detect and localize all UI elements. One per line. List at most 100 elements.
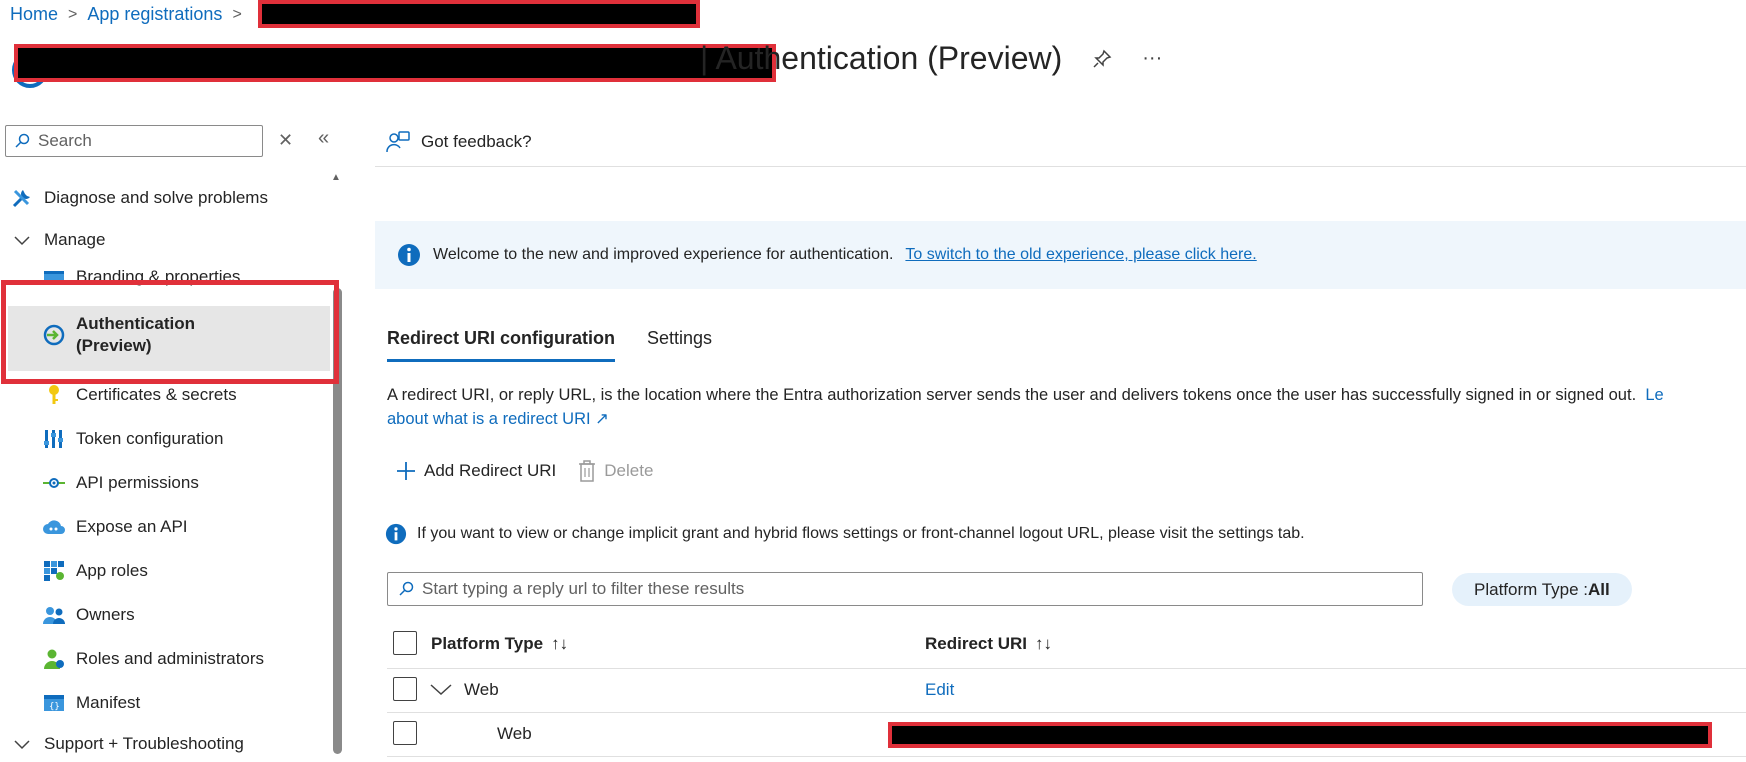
- platform-cell: Web: [464, 680, 499, 699]
- sidebar-item-label: Token configuration: [76, 429, 224, 448]
- sidebar-item-owners[interactable]: Owners: [42, 603, 135, 627]
- select-all-checkbox[interactable]: [393, 631, 417, 655]
- sidebar-item-expose-api[interactable]: Expose an API: [42, 515, 188, 539]
- collapse-sidebar-icon[interactable]: «: [318, 127, 329, 150]
- sidebar-item-label-line1: Authentication: [76, 314, 195, 333]
- add-redirect-uri-button[interactable]: Add Redirect URI: [396, 461, 556, 481]
- platform-cell: Web: [497, 724, 532, 743]
- platform-type-filter[interactable]: Platform Type : All: [1452, 573, 1632, 606]
- sidebar-item-label-line2: (Preview): [76, 336, 152, 355]
- info-icon: [385, 523, 407, 545]
- breadcrumb-home[interactable]: Home: [10, 4, 58, 25]
- column-label: Redirect URI: [925, 634, 1028, 653]
- sidebar-item-label: Authentication (Preview): [76, 313, 195, 357]
- add-redirect-uri-label: Add Redirect URI: [424, 461, 557, 480]
- column-platform-type[interactable]: Platform Type ↑↓: [431, 634, 568, 654]
- redacted-redirect-uri: [888, 722, 1712, 748]
- redacted-app-name: [14, 44, 776, 82]
- table-row: Web Edit: [387, 669, 1746, 713]
- sidebar-item-manifest[interactable]: {} Manifest: [42, 691, 140, 715]
- chevron-down-icon[interactable]: [429, 679, 453, 704]
- feedback-icon: [385, 130, 411, 154]
- redirect-uri-description: A redirect URI, or reply URL, is the loc…: [387, 383, 1746, 431]
- sidebar-item-app-roles[interactable]: App roles: [42, 559, 148, 583]
- sidebar-item-roles-admins[interactable]: Roles and administrators: [42, 647, 264, 671]
- page-title-text: | Authentication (Preview): [700, 40, 1063, 76]
- feedback-label: Got feedback?: [421, 132, 532, 151]
- info-icon: [397, 243, 421, 267]
- sidebar-scrollbar[interactable]: [333, 288, 342, 754]
- sidebar-item-label: Support + Troubleshooting: [44, 734, 244, 753]
- sidebar-item-certificates[interactable]: Certificates & secrets: [42, 383, 237, 407]
- sidebar-item-token[interactable]: Token configuration: [42, 427, 223, 451]
- what-is-redirect-uri-link[interactable]: about what is a redirect URI: [387, 410, 591, 428]
- tab-settings[interactable]: Settings: [647, 328, 712, 362]
- sidebar-item-label: Certificates & secrets: [76, 385, 237, 404]
- filter-input[interactable]: [422, 579, 1402, 599]
- more-options-icon[interactable]: ···: [1142, 47, 1162, 70]
- table-header: Platform Type ↑↓ Redirect URI ↑↓: [387, 625, 1746, 669]
- column-redirect-uri[interactable]: Redirect URI ↑↓: [925, 634, 1052, 654]
- filter-box[interactable]: [387, 572, 1423, 606]
- sidebar-item-label: App roles: [76, 561, 148, 580]
- sidebar-search[interactable]: [5, 125, 263, 157]
- chevron-down-icon: [10, 732, 34, 756]
- chevron-down-icon: [10, 228, 34, 252]
- description-text: A redirect URI, or reply URL, is the loc…: [387, 386, 1637, 404]
- tab-bar: Redirect URI configuration Settings: [387, 328, 712, 362]
- svg-text:{}: {}: [49, 702, 60, 712]
- tab-redirect-uri[interactable]: Redirect URI configuration: [387, 328, 616, 362]
- sidebar-item-label: Roles and administrators: [76, 649, 265, 668]
- redacted-breadcrumb-app-name: [258, 0, 700, 28]
- sidebar-item-label: Expose an API: [76, 517, 188, 536]
- scroll-up-icon[interactable]: ▲: [331, 172, 341, 183]
- api-permissions-icon: [42, 471, 66, 495]
- settings-info: If you want to view or change implicit g…: [385, 523, 1305, 545]
- sort-icon: ↑↓: [551, 634, 569, 653]
- authentication-icon: [42, 323, 66, 347]
- sidebar-group-support[interactable]: Support + Troubleshooting: [10, 732, 244, 756]
- info-banner: Welcome to the new and improved experien…: [375, 221, 1746, 289]
- sidebar-item-api-permissions[interactable]: API permissions: [42, 471, 199, 495]
- sidebar-item-label: Branding & properties: [76, 267, 241, 286]
- sidebar-group-manage[interactable]: Manage: [10, 228, 105, 252]
- learn-more-link[interactable]: Le: [1645, 386, 1663, 404]
- sidebar-item-label: Manifest: [76, 693, 141, 712]
- key-icon: [42, 383, 66, 407]
- breadcrumb-app-registrations[interactable]: App registrations: [87, 4, 222, 25]
- sidebar-item-label: Owners: [76, 605, 135, 624]
- plus-icon: [396, 461, 416, 481]
- search-icon: [14, 133, 30, 149]
- sidebar-search-input[interactable]: [38, 131, 248, 151]
- sidebar-item-diagnose[interactable]: Diagnose and solve problems: [10, 186, 268, 210]
- old-experience-link[interactable]: To switch to the old experience, please …: [905, 246, 1256, 264]
- sidebar-item-label: Manage: [44, 230, 106, 249]
- sidebar-item-authentication-content[interactable]: Authentication (Preview): [42, 313, 195, 357]
- pin-icon[interactable]: [1092, 49, 1112, 69]
- sidebar-item-label: Diagnose and solve problems: [44, 188, 268, 207]
- breadcrumb: Home > App registrations >: [10, 4, 242, 25]
- clear-search-icon[interactable]: ✕: [278, 130, 293, 151]
- sort-icon: ↑↓: [1035, 634, 1053, 653]
- delete-label: Delete: [604, 461, 654, 480]
- breadcrumb-separator: >: [232, 5, 242, 23]
- search-icon: [398, 581, 414, 597]
- banner-text: Welcome to the new and improved experien…: [433, 246, 894, 263]
- divider: [375, 166, 1746, 167]
- edit-link[interactable]: Edit: [925, 680, 954, 700]
- trash-icon: [578, 460, 596, 482]
- app-roles-icon: [42, 559, 66, 583]
- delete-button[interactable]: Delete: [578, 460, 653, 482]
- row-checkbox[interactable]: [393, 677, 417, 701]
- platform-type-value: All: [1588, 579, 1610, 599]
- command-bar: Add Redirect URI Delete: [396, 460, 653, 482]
- breadcrumb-separator: >: [68, 5, 78, 23]
- branding-icon: [42, 267, 66, 287]
- row-checkbox[interactable]: [393, 721, 417, 745]
- roles-icon: [42, 647, 66, 671]
- sidebar-item-branding[interactable]: Branding & properties: [42, 267, 240, 287]
- manifest-icon: {}: [42, 691, 66, 715]
- column-label: Platform Type: [431, 634, 544, 653]
- cloud-icon: [42, 515, 66, 539]
- feedback-button[interactable]: Got feedback?: [385, 130, 532, 154]
